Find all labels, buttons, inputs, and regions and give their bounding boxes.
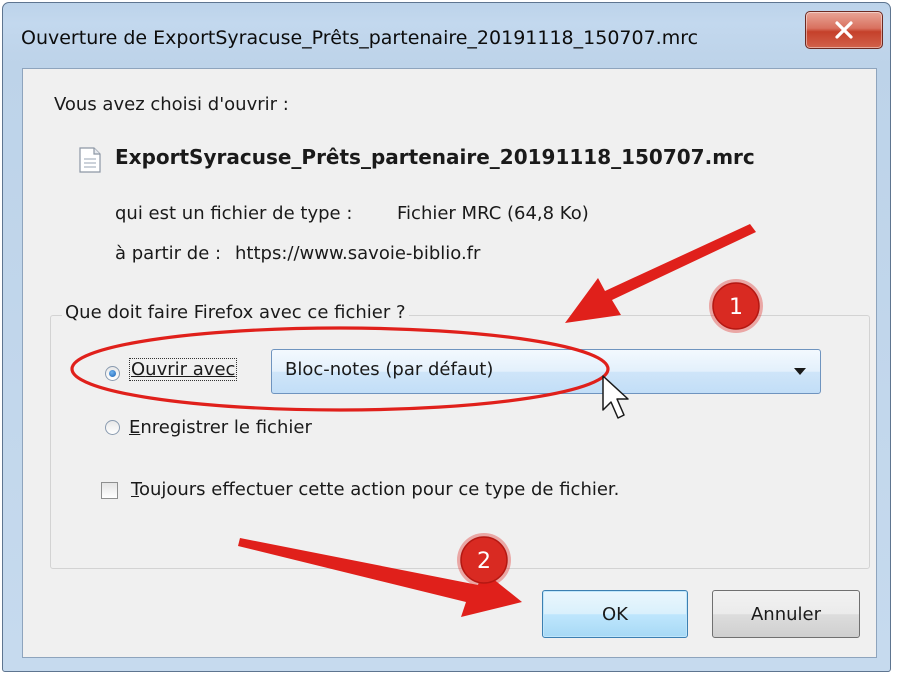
close-button[interactable]: [805, 11, 883, 49]
save-file-label-text: nregistrer le fichier: [140, 417, 312, 438]
selected-application: Bloc-notes (par défaut): [285, 359, 494, 380]
title-bar[interactable]: Ouverture de ExportSyracuse_Prêts_parten…: [3, 3, 890, 63]
always-do-this-checkbox[interactable]: [101, 482, 118, 499]
save-file-label[interactable]: Enregistrer le fichier: [129, 417, 312, 438]
source-value: https://www.savoie-biblio.fr: [235, 243, 481, 264]
intro-text: Vous avez choisi d'ouvrir :: [54, 94, 289, 115]
open-with-label-text: uvrir avec: [145, 359, 236, 380]
always-label-text: oujours effectuer cette action pour ce t…: [138, 479, 620, 500]
open-with-access-key: O: [131, 359, 146, 380]
action-question: Que doit faire Firefox avec ce fichier ?: [62, 302, 409, 323]
ok-button[interactable]: OK: [542, 590, 688, 638]
dropdown-arrow-icon[interactable]: [793, 367, 807, 376]
download-dialog-window: Ouverture de ExportSyracuse_Prêts_parten…: [2, 2, 891, 672]
save-file-radio[interactable]: [105, 420, 120, 435]
source-label: à partir de :: [115, 243, 222, 264]
save-file-access-key: E: [129, 417, 141, 438]
open-with-radio[interactable]: [105, 366, 120, 381]
document-icon: [79, 147, 101, 173]
always-do-this-label[interactable]: Toujours effectuer cette action pour ce …: [131, 479, 619, 500]
file-name: ExportSyracuse_Prêts_partenaire_20191118…: [115, 145, 755, 169]
window-title: Ouverture de ExportSyracuse_Prêts_parten…: [21, 27, 699, 49]
file-type-value: Fichier MRC (64,8 Ko): [397, 203, 589, 224]
dialog-client-area: Vous avez choisi d'ouvrir : ExportSyracu…: [22, 68, 877, 658]
always-access-key: T: [131, 479, 139, 500]
file-type-label: qui est un fichier de type :: [115, 203, 353, 224]
cancel-button[interactable]: Annuler: [712, 590, 860, 638]
open-with-label[interactable]: Ouvrir avec: [129, 358, 238, 381]
close-icon: [835, 21, 853, 39]
